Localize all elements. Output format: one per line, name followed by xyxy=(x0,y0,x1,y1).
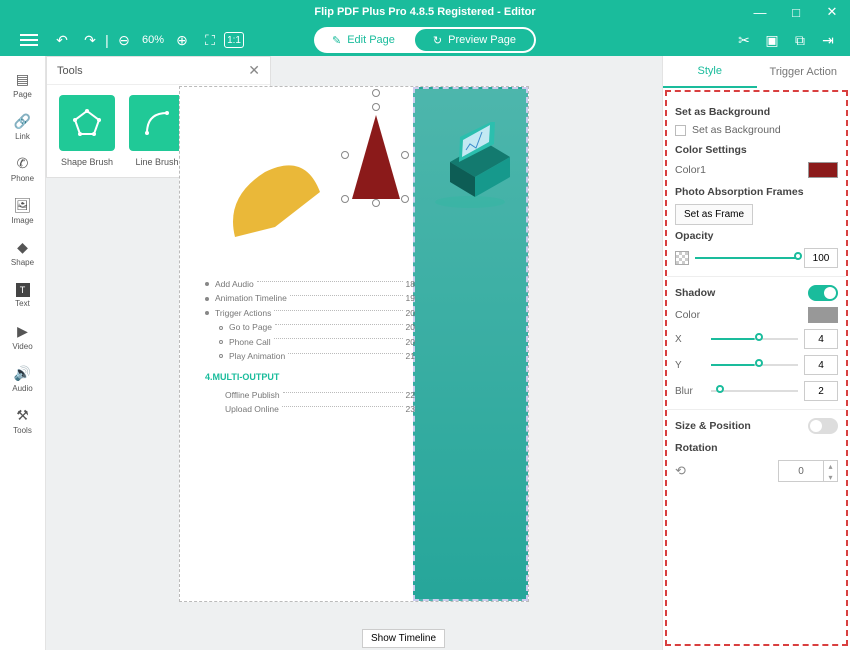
nav-phone[interactable]: ✆Phone xyxy=(0,148,46,190)
fullscreen-button[interactable]: ⛶ xyxy=(196,26,224,54)
shadow-color-swatch[interactable] xyxy=(808,307,838,323)
side-nav: ▤Page 🔗Link ✆Phone 🖼Image ◆Shape TText ▶… xyxy=(0,56,46,650)
save-icon[interactable]: ▣ xyxy=(758,26,786,54)
yellow-shape[interactable] xyxy=(225,157,325,247)
show-timeline-button[interactable]: Show Timeline xyxy=(362,629,445,648)
nav-image[interactable]: 🖼Image xyxy=(0,190,46,232)
shadow-y-slider[interactable] xyxy=(711,364,798,366)
edit-page-tab[interactable]: ✎ Edit Page xyxy=(314,27,413,53)
page-frame[interactable]: Add Audio18 Animation Timeline19 Trigger… xyxy=(179,86,529,602)
nav-video[interactable]: ▶Video xyxy=(0,316,46,358)
color1-label: Color1 xyxy=(675,164,706,176)
nav-shape[interactable]: ◆Shape xyxy=(0,232,46,274)
audio-icon: 🔊 xyxy=(14,365,31,382)
nav-audio[interactable]: 🔊Audio xyxy=(0,358,46,400)
export-icon[interactable]: ⧉ xyxy=(786,26,814,54)
shadow-color-label: Color xyxy=(675,309,700,321)
tab-style[interactable]: Style xyxy=(663,56,757,88)
opacity-value[interactable]: 100 xyxy=(804,248,838,268)
tab-trigger-action[interactable]: Trigger Action xyxy=(757,56,850,88)
shape-icon: ◆ xyxy=(17,239,28,256)
page-icon: ▤ xyxy=(16,71,29,88)
shadow-y-value[interactable]: 4 xyxy=(804,355,838,375)
shadow-blur-value[interactable]: 2 xyxy=(804,381,838,401)
close-button[interactable]: ✕ xyxy=(814,0,850,24)
opacity-title: Opacity xyxy=(675,230,838,242)
text-icon: T xyxy=(16,283,30,297)
phone-icon: ✆ xyxy=(17,155,29,172)
nav-link[interactable]: 🔗Link xyxy=(0,106,46,148)
set-bg-checkbox[interactable] xyxy=(675,125,686,136)
color-settings-title: Color Settings xyxy=(675,144,838,156)
properties-panel: Style Trigger Action Set as Background S… xyxy=(662,56,850,650)
maximize-button[interactable]: □ xyxy=(778,0,814,24)
rotation-stepper[interactable]: ▴▾ xyxy=(824,460,838,482)
toc-section-title: 4.MULTI-OUTPUT xyxy=(205,370,415,385)
shadow-y-label: Y xyxy=(675,360,705,371)
opacity-checker-icon xyxy=(675,251,689,265)
zoom-out-button[interactable]: ⊖ xyxy=(110,26,138,54)
mode-switch: ✎ Edit Page ↻ Preview Page xyxy=(314,27,536,53)
zoom-percent[interactable]: 60% xyxy=(138,34,168,46)
canvas-area[interactable]: Add Audio18 Animation Timeline19 Trigger… xyxy=(46,56,662,650)
undo-button[interactable]: ↶ xyxy=(48,26,76,54)
shadow-blur-label: Blur xyxy=(675,386,705,397)
color1-swatch[interactable] xyxy=(808,162,838,178)
size-position-toggle[interactable] xyxy=(808,418,838,434)
image-icon: 🖼 xyxy=(14,197,32,214)
shadow-x-value[interactable]: 4 xyxy=(804,329,838,349)
cut-icon[interactable]: ✂ xyxy=(730,26,758,54)
minimize-button[interactable]: — xyxy=(742,0,778,24)
rotation-icon[interactable]: ⟲ xyxy=(675,463,686,479)
edit-page-label: Edit Page xyxy=(347,34,395,46)
shadow-blur-slider[interactable] xyxy=(711,390,798,392)
zoom-in-button[interactable]: ⊕ xyxy=(168,26,196,54)
ratio-button[interactable]: 1:1 xyxy=(224,32,244,48)
preview-page-tab[interactable]: ↻ Preview Page xyxy=(414,28,535,52)
refresh-icon: ↻ xyxy=(433,34,442,47)
laptop-graphic[interactable] xyxy=(420,122,520,212)
nav-page[interactable]: ▤Page xyxy=(0,64,46,106)
size-position-title: Size & Position xyxy=(675,420,751,432)
opacity-slider[interactable] xyxy=(695,257,798,259)
pencil-icon: ✎ xyxy=(332,34,341,47)
exit-icon[interactable]: ⇥ xyxy=(814,26,842,54)
selected-triangle[interactable] xyxy=(345,107,407,207)
redo-button[interactable]: ↷ xyxy=(76,26,104,54)
shadow-title: Shadow xyxy=(675,287,715,299)
set-frame-button[interactable]: Set as Frame xyxy=(675,204,753,225)
tools-icon: ⚒ xyxy=(16,407,29,424)
titlebar: Flip PDF Plus Pro 4.8.5 Registered - Edi… xyxy=(0,0,850,24)
video-icon: ▶ xyxy=(17,323,28,340)
set-bg-label: Set as Background xyxy=(692,124,781,136)
shadow-x-slider[interactable] xyxy=(711,338,798,340)
frames-title: Photo Absorption Frames xyxy=(675,186,838,198)
nav-text[interactable]: TText xyxy=(0,274,46,316)
nav-tools[interactable]: ⚒Tools xyxy=(0,400,46,442)
menu-button[interactable] xyxy=(10,24,48,56)
shadow-x-label: X xyxy=(675,334,705,345)
rotation-title: Rotation xyxy=(675,442,838,454)
link-icon: 🔗 xyxy=(14,113,31,130)
rotation-value[interactable]: 0 xyxy=(778,460,824,482)
table-of-contents: Add Audio18 Animation Timeline19 Trigger… xyxy=(205,277,415,417)
preview-page-label: Preview Page xyxy=(448,34,516,46)
set-bg-title: Set as Background xyxy=(675,106,838,118)
app-title: Flip PDF Plus Pro 4.8.5 Registered - Edi… xyxy=(314,6,535,18)
toolbar: ↶ ↷ | ⊖ 60% ⊕ ⛶ 1:1 ✎ Edit Page ↻ Previe… xyxy=(0,24,850,56)
shadow-toggle[interactable] xyxy=(808,285,838,301)
